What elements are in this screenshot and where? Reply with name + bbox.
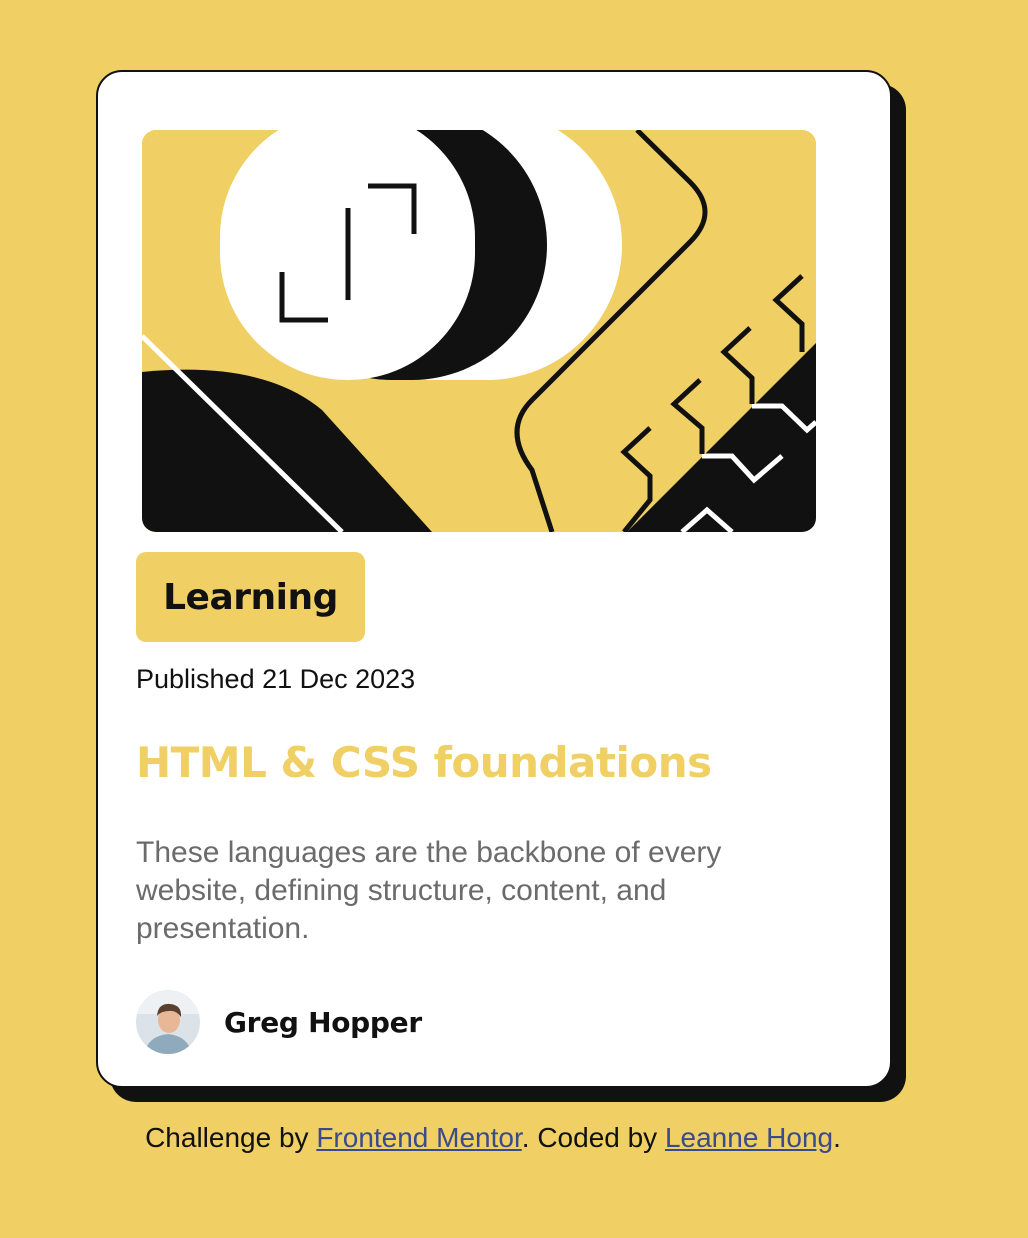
author-name: Greg Hopper [224,1005,422,1039]
abstract-illustration-icon [142,130,816,532]
attribution-middle: . Coded by [521,1122,665,1153]
author-link[interactable]: Leanne Hong [665,1122,833,1153]
person-avatar-icon [136,990,200,1054]
author: Greg Hopper [136,990,422,1054]
attribution: Challenge by Frontend Mentor. Coded by L… [0,1122,986,1154]
attribution-prefix: Challenge by [145,1122,317,1153]
card-title[interactable]: HTML & CSS foundations [136,738,712,787]
hero-illustration [142,130,816,532]
card-description: These languages are the backbone of ever… [136,836,722,945]
blog-card: Learning Published 21 Dec 2023 HTML & CS… [96,70,892,1088]
category-tag: Learning [136,552,365,642]
avatar [136,990,200,1054]
published-date: Published 21 Dec 2023 [136,664,416,694]
attribution-suffix: . [833,1122,841,1153]
frontend-mentor-link[interactable]: Frontend Mentor [316,1122,521,1153]
